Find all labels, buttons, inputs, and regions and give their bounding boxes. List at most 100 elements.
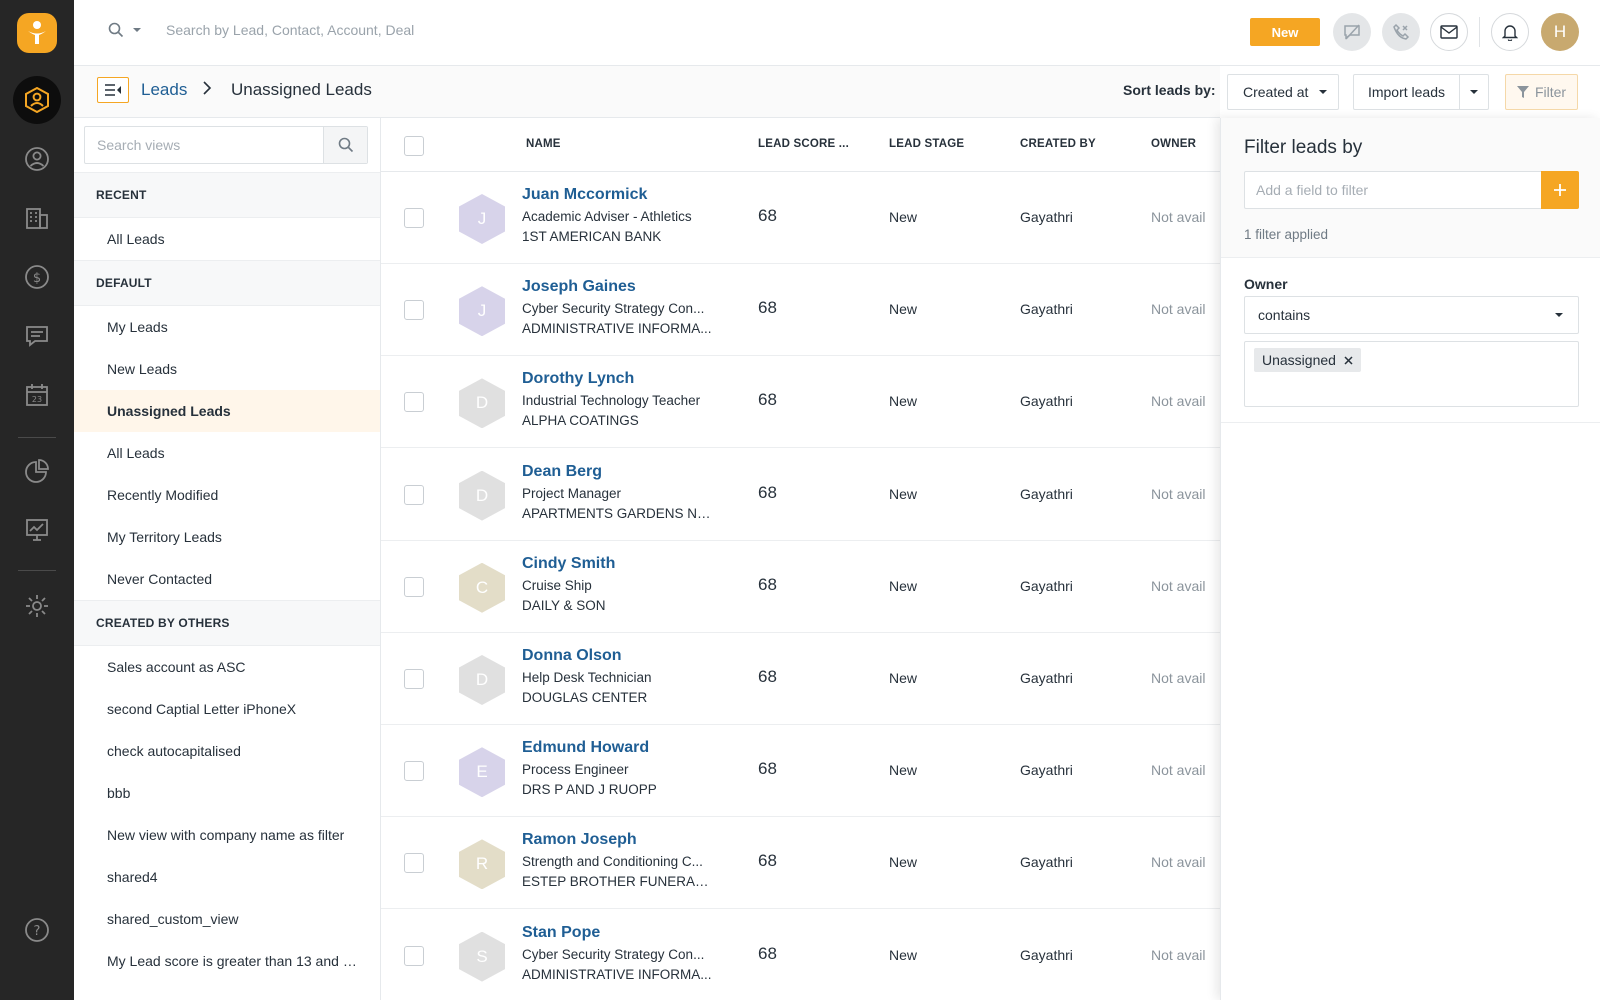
table-row[interactable]: D Dean Berg Project Manager APARTMENTS GARD… <box>381 449 1220 541</box>
import-leads-dropdown[interactable] <box>1459 74 1489 110</box>
lead-score: 68 <box>758 667 777 686</box>
rail-divider <box>18 570 56 571</box>
owner-values-input[interactable]: Unassigned <box>1244 341 1579 407</box>
rail-deals[interactable]: $ <box>0 253 74 301</box>
table-header: NAME LEAD SCORE ... LEAD STAGE CREATED B… <box>381 118 1220 172</box>
view-item[interactable]: Recently Modified <box>74 474 380 516</box>
rail-analytics[interactable] <box>0 506 74 554</box>
views-search-button[interactable] <box>323 127 367 163</box>
table-row[interactable]: D Dorothy Lynch Industrial Technology Teac… <box>381 356 1220 449</box>
column-header-lead-stage[interactable]: LEAD STAGE <box>889 138 964 150</box>
lead-created-by: Gayathri <box>1020 946 1073 963</box>
row-checkbox[interactable] <box>404 392 424 413</box>
lead-name-link[interactable]: Donna Olson <box>522 647 622 665</box>
row-checkbox[interactable] <box>404 300 424 321</box>
view-item[interactable]: Sales account as ASC <box>74 646 380 688</box>
view-item[interactable]: New view with company name as filter <box>74 814 380 856</box>
conversations-icon <box>26 326 48 347</box>
owner-operator-select[interactable]: contains <box>1244 296 1579 334</box>
rail-help[interactable]: ? <box>0 906 74 954</box>
view-item[interactable]: All Leads <box>74 432 380 474</box>
lead-score: 68 <box>758 206 777 225</box>
view-item[interactable]: My Lead score is greater than 13 and l..… <box>74 940 380 982</box>
view-item[interactable]: Never Contacted <box>74 558 380 600</box>
column-header-owner[interactable]: OWNER <box>1151 138 1196 150</box>
toggle-views-button[interactable] <box>97 77 129 103</box>
help-icon: ? <box>25 918 49 942</box>
new-button[interactable]: New <box>1250 18 1320 46</box>
breadcrumb-leads-link[interactable]: Leads <box>141 80 187 100</box>
lead-name-link[interactable]: Joseph Gaines <box>522 278 636 296</box>
lead-job-title: Help Desk Technician <box>522 670 652 685</box>
notifications-button[interactable] <box>1491 13 1529 51</box>
view-item[interactable]: My Leads <box>74 306 380 348</box>
row-checkbox[interactable] <box>404 761 424 782</box>
remove-tag-icon[interactable] <box>1344 355 1353 365</box>
lead-name-link[interactable]: Stan Pope <box>522 924 600 942</box>
column-header-name[interactable]: NAME <box>526 138 561 150</box>
accounts-icon <box>26 208 48 229</box>
rail-leads[interactable] <box>0 76 74 124</box>
lead-name-link[interactable]: Juan Mccormick <box>522 186 647 204</box>
row-checkbox[interactable] <box>404 945 424 966</box>
chat-button[interactable] <box>1333 13 1371 51</box>
view-item[interactable]: shared_custom_view <box>74 898 380 940</box>
view-item[interactable]: shared4 <box>74 856 380 898</box>
rail-accounts[interactable] <box>0 194 74 242</box>
row-checkbox[interactable] <box>404 208 424 228</box>
table-row[interactable]: R Ramon Joseph Strength and Conditioning C… <box>381 817 1220 910</box>
views-search-input[interactable] <box>85 127 323 163</box>
import-leads-button[interactable]: Import leads <box>1353 74 1460 110</box>
column-header-lead-score[interactable]: LEAD SCORE ... <box>758 138 849 150</box>
column-header-created-by[interactable]: CREATED BY <box>1020 138 1096 150</box>
add-filter-button[interactable] <box>1541 171 1579 209</box>
global-search-scope[interactable] <box>108 22 142 38</box>
filters-applied-count: 1 filter applied <box>1244 227 1329 242</box>
view-item[interactable]: Unassigned Leads <box>74 390 380 432</box>
lead-avatar-initial: D <box>475 485 489 505</box>
lead-score: 68 <box>758 390 777 410</box>
view-item[interactable]: My Territory Leads <box>74 516 380 558</box>
row-checkbox[interactable] <box>404 853 424 874</box>
rail-calendar[interactable]: 23 <box>0 371 74 419</box>
lead-name-link[interactable]: Ramon Joseph <box>522 831 637 849</box>
rail-settings[interactable] <box>0 582 74 630</box>
rail-contacts[interactable] <box>0 135 74 183</box>
view-item[interactable]: second Captial Letter iPhoneX <box>74 688 380 730</box>
select-all-checkbox[interactable] <box>404 136 424 156</box>
lead-stage: New <box>889 393 918 410</box>
lead-avatar: C <box>459 562 505 613</box>
rail-reports[interactable] <box>0 447 74 495</box>
lead-name-link[interactable]: Edmund Howard <box>522 739 649 757</box>
lead-score: 68 <box>758 298 777 318</box>
user-avatar[interactable]: H <box>1541 13 1579 51</box>
lead-avatar: J <box>459 286 505 337</box>
lead-name-link[interactable]: Dorothy Lynch <box>522 370 634 388</box>
rail-leads-bubble <box>13 76 61 124</box>
row-checkbox[interactable] <box>404 669 424 689</box>
view-item[interactable]: New Leads <box>74 348 380 390</box>
table-row[interactable]: D Donna Olson Help Desk Technician DOUGLAS … <box>381 633 1220 725</box>
row-checkbox[interactable] <box>404 484 424 505</box>
view-item[interactable]: bbb <box>74 772 380 814</box>
lead-created-by: Gayathri <box>1020 393 1073 410</box>
filter-button[interactable]: Filter <box>1505 74 1578 110</box>
table-row[interactable]: J Juan Mccormick Academic Adviser - Athlet… <box>381 172 1220 264</box>
row-checkbox[interactable] <box>404 576 424 597</box>
global-search-input[interactable]: Search by Lead, Contact, Account, Deal <box>166 22 414 38</box>
view-item[interactable]: check autocapitalised <box>74 730 380 772</box>
mail-button[interactable] <box>1430 13 1468 51</box>
rail-conversations[interactable] <box>0 312 74 360</box>
view-item[interactable]: All Leads <box>74 218 380 260</box>
table-row[interactable]: E Edmund Howard Process Engineer DRS P AND … <box>381 725 1220 818</box>
lead-name-link[interactable]: Dean Berg <box>522 463 602 481</box>
lead-avatar-initial: S <box>476 946 488 966</box>
table-row[interactable]: C Cindy Smith Cruise Ship DAILY & SON 68 New G… <box>381 541 1220 633</box>
lead-name-link[interactable]: Cindy Smith <box>522 555 615 573</box>
table-row[interactable]: J Joseph Gaines Cyber Security Strategy Co… <box>381 264 1220 357</box>
phone-button[interactable] <box>1382 13 1420 51</box>
sort-select[interactable]: Created at <box>1227 74 1339 110</box>
add-filter-input[interactable] <box>1245 172 1541 208</box>
table-row[interactable]: S Stan Pope Cyber Security Strategy Con...… <box>381 910 1220 1000</box>
app-logo[interactable] <box>17 13 57 53</box>
